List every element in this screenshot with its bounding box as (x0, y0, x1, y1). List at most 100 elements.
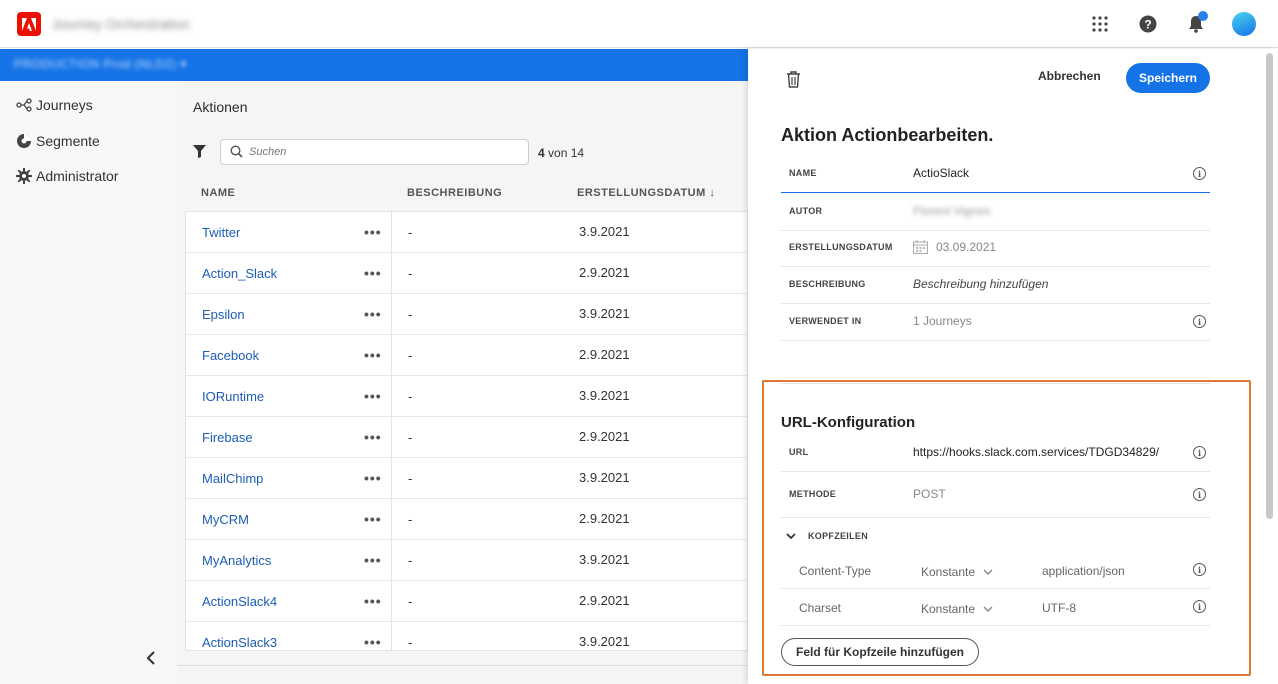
action-name-link[interactable]: MyCRM (202, 512, 249, 527)
table-row[interactable]: Twitter ••• - 3.9.2021 (186, 212, 747, 253)
header-row[interactable]: Charset Konstante UTF-8 i (781, 589, 1210, 626)
used-in-field-row: VERWENDET IN 1 Journeys i (781, 304, 1210, 341)
info-icon[interactable]: i (1193, 488, 1206, 501)
add-header-button[interactable]: Feld für Kopfzeile hinzufügen (781, 638, 979, 666)
nav-item-journeys[interactable]: Journeys (16, 97, 93, 113)
left-nav: Journeys Segmente Administrator (0, 81, 177, 684)
notifications-icon[interactable] (1182, 10, 1210, 38)
table-row[interactable]: Epsilon ••• - 3.9.2021 (186, 294, 747, 335)
info-icon[interactable]: i (1193, 167, 1206, 180)
action-created-date: 2.9.2021 (579, 511, 630, 526)
cancel-button[interactable]: Abbrechen (1038, 69, 1101, 83)
more-actions-icon[interactable]: ••• (364, 265, 382, 281)
url-field-row[interactable]: URL https://hooks.slack.com.services/TDG… (781, 435, 1210, 472)
info-icon[interactable]: i (1193, 446, 1206, 459)
action-name-link[interactable]: IORuntime (202, 389, 264, 404)
header-value[interactable]: application/json (1042, 564, 1125, 578)
app-switcher-icon[interactable] (1086, 10, 1114, 38)
method-value[interactable]: POST (913, 487, 946, 501)
action-description: - (408, 553, 413, 568)
adobe-logo-icon[interactable] (17, 12, 41, 36)
search-icon (230, 145, 243, 158)
column-header-created[interactable]: ERSTELLUNGSDATUM ↓ (577, 187, 715, 199)
action-name-link[interactable]: MyAnalytics (202, 553, 271, 568)
action-name-link[interactable]: Action_Slack (202, 266, 277, 281)
more-actions-icon[interactable]: ••• (364, 552, 382, 568)
user-avatar[interactable] (1230, 10, 1258, 38)
action-name-link[interactable]: ActionSlack4 (202, 594, 277, 609)
segments-icon (17, 134, 31, 148)
nav-label-segmente: Segmente (36, 133, 100, 149)
action-name-link[interactable]: Facebook (202, 348, 259, 363)
search-input[interactable] (249, 143, 519, 161)
save-button[interactable]: Speichern (1126, 63, 1210, 93)
url-input[interactable]: https://hooks.slack.com.services/TDGD348… (913, 445, 1159, 459)
panel-scrollbar[interactable] (1266, 53, 1273, 519)
nav-item-administrator[interactable]: Administrator (16, 168, 118, 184)
action-name-link[interactable]: Epsilon (202, 307, 245, 322)
more-actions-icon[interactable]: ••• (364, 429, 382, 445)
table-row[interactable]: ActionSlack3 ••• - 3.9.2021 (186, 622, 747, 650)
more-actions-icon[interactable]: ••• (364, 347, 382, 363)
action-description: - (408, 225, 413, 240)
header-type-select[interactable]: Konstante (921, 602, 993, 616)
info-icon[interactable]: i (1193, 563, 1206, 576)
table-row[interactable]: MailChimp ••• - 3.9.2021 (186, 458, 747, 499)
header-key[interactable]: Content-Type (799, 564, 871, 578)
collapse-nav-icon[interactable] (146, 651, 156, 670)
table-row[interactable]: Action_Slack ••• - 2.9.2021 (186, 253, 747, 294)
delete-icon[interactable] (786, 71, 801, 93)
sandbox-label: PRODUCTION Prod (NLD2) ▾ (14, 57, 187, 71)
name-input[interactable]: ActioSlack (913, 166, 969, 180)
chevron-down-icon (983, 569, 993, 575)
more-actions-icon[interactable]: ••• (364, 634, 382, 650)
column-header-description[interactable]: BESCHREIBUNG (407, 187, 502, 199)
nav-item-segmente[interactable]: Segmente (16, 133, 100, 149)
action-name-link[interactable]: ActionSlack3 (202, 635, 277, 650)
description-field-row[interactable]: BESCHREIBUNG Beschreibung hinzufügen (781, 267, 1210, 304)
name-field-row[interactable]: NAME ActioSlack i (781, 156, 1210, 193)
nav-label-administrator: Administrator (36, 168, 119, 184)
horizontal-scrollbar[interactable] (177, 665, 748, 666)
sort-arrow-icon: ↓ (709, 187, 716, 199)
header-type-select[interactable]: Konstante (921, 565, 993, 579)
more-actions-icon[interactable]: ••• (364, 306, 382, 322)
more-actions-icon[interactable]: ••• (364, 593, 382, 609)
action-name-link[interactable]: MailChimp (202, 471, 263, 486)
more-actions-icon[interactable]: ••• (364, 388, 382, 404)
info-icon[interactable]: i (1193, 315, 1206, 328)
more-actions-icon[interactable]: ••• (364, 470, 382, 486)
filter-icon[interactable] (193, 145, 206, 163)
table-row[interactable]: IORuntime ••• - 3.9.2021 (186, 376, 747, 417)
more-actions-icon[interactable]: ••• (364, 224, 382, 240)
description-input[interactable]: Beschreibung hinzufügen (913, 277, 1048, 291)
method-field-row[interactable]: METHODE POST i (781, 477, 1210, 518)
url-label: URL (789, 447, 809, 457)
author-field-row: AUTOR Florent Vignes (781, 194, 1210, 231)
table-row[interactable]: MyCRM ••• - 2.9.2021 (186, 499, 747, 540)
header-key[interactable]: Charset (799, 601, 841, 615)
headers-toggle[interactable]: KOPFZEILEN (786, 531, 868, 541)
search-field[interactable] (220, 139, 529, 165)
action-name-link[interactable]: Twitter (202, 225, 240, 240)
action-description: - (408, 430, 413, 445)
table-row[interactable]: MyAnalytics ••• - 3.9.2021 (186, 540, 747, 581)
used-in-value[interactable]: 1 Journeys (913, 314, 972, 328)
table-row[interactable]: Facebook ••• - 2.9.2021 (186, 335, 747, 376)
table-row[interactable]: Firebase ••• - 2.9.2021 (186, 417, 747, 458)
header-row[interactable]: Content-Type Konstante application/json … (781, 552, 1210, 589)
info-icon[interactable]: i (1193, 600, 1206, 613)
notification-badge (1198, 11, 1208, 21)
header-value[interactable]: UTF-8 (1042, 601, 1076, 615)
created-value-wrap: 03.09.2021 (913, 240, 996, 254)
column-header-name[interactable]: NAME (201, 187, 235, 199)
table-row[interactable]: ActionSlack4 ••• - 2.9.2021 (186, 581, 747, 622)
more-actions-icon[interactable]: ••• (364, 511, 382, 527)
result-count: 4 von 14 (538, 146, 584, 160)
action-created-date: 2.9.2021 (579, 593, 630, 608)
action-name-link[interactable]: Firebase (202, 430, 253, 445)
action-description: - (408, 471, 413, 486)
help-icon[interactable]: ? (1134, 10, 1162, 38)
sandbox-bar[interactable]: PRODUCTION Prod (NLD2) ▾ (0, 49, 748, 81)
action-description: - (408, 348, 413, 363)
